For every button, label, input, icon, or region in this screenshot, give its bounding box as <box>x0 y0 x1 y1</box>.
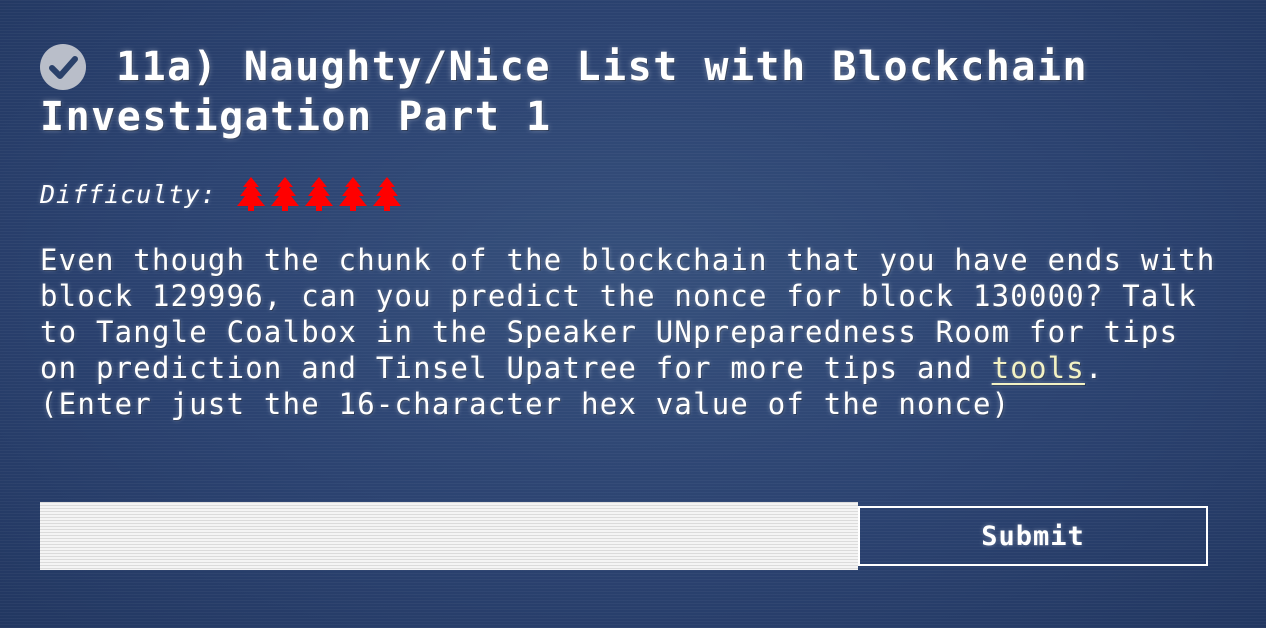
objective-description: Even though the chunk of the blockchain … <box>40 242 1220 422</box>
answer-form: Submit <box>40 502 1208 570</box>
tree-icon <box>303 176 335 212</box>
difficulty-row: Difficulty: <box>40 176 1210 212</box>
objective-title-row: 11a) Naughty/Nice List with Blockchain I… <box>40 42 1210 142</box>
answer-input[interactable] <box>40 502 858 570</box>
objective-panel: 11a) Naughty/Nice List with Blockchain I… <box>40 42 1214 451</box>
submit-button[interactable]: Submit <box>858 506 1208 566</box>
tree-icon <box>337 176 369 212</box>
objective-title: 11a) Naughty/Nice List with Blockchain I… <box>40 44 1089 140</box>
tree-icon <box>269 176 301 212</box>
tools-link[interactable]: tools <box>992 351 1085 385</box>
check-circle-icon <box>40 44 86 90</box>
difficulty-label: Difficulty: <box>40 179 217 209</box>
difficulty-rating <box>235 176 403 212</box>
tree-icon <box>235 176 267 212</box>
tree-icon <box>371 176 403 212</box>
